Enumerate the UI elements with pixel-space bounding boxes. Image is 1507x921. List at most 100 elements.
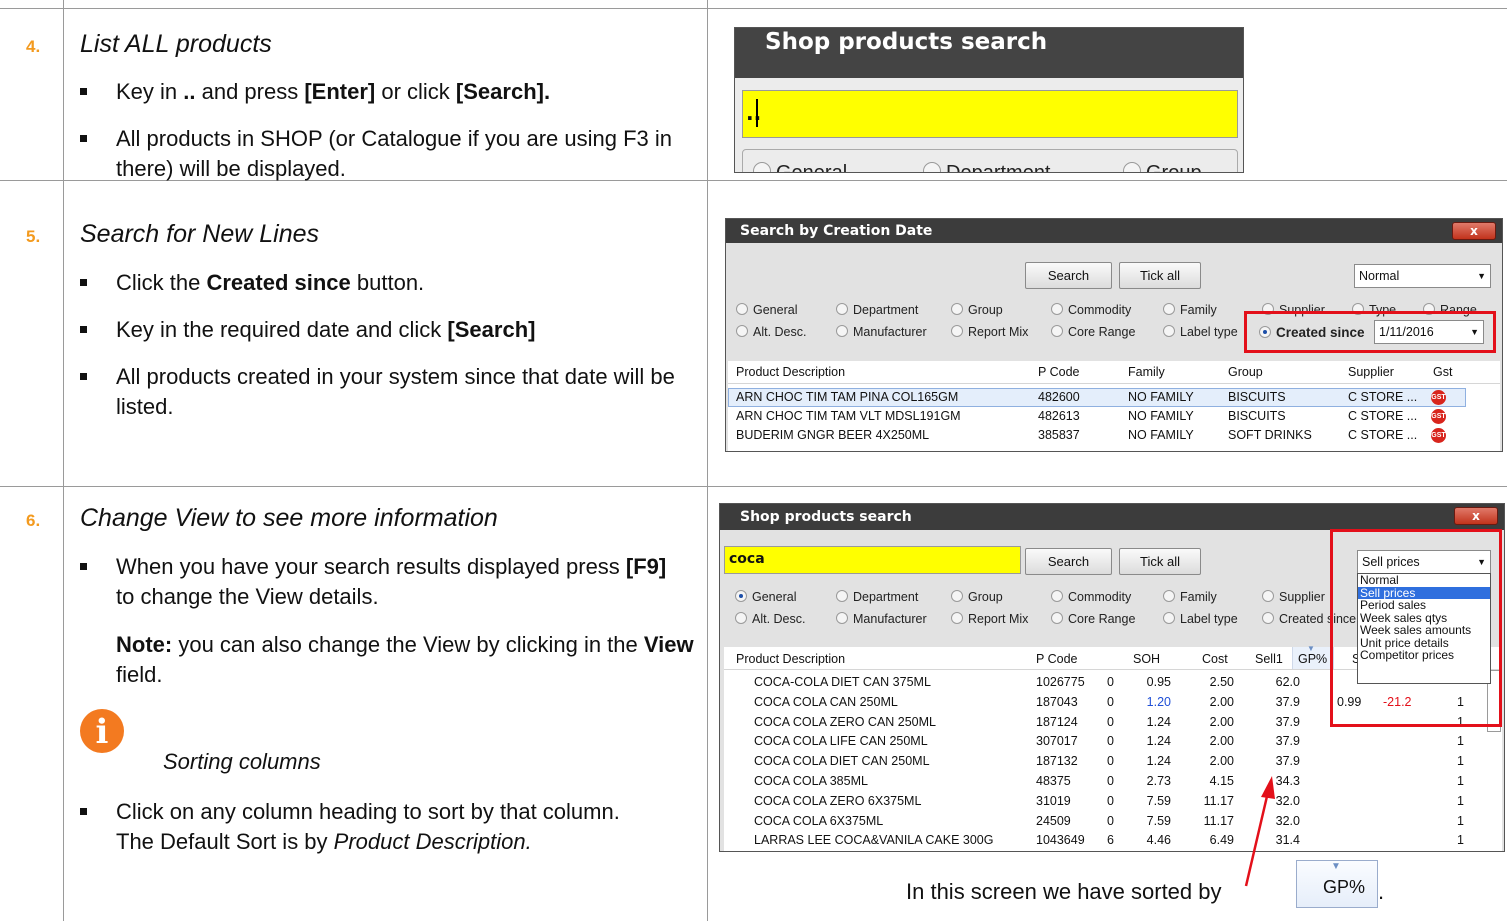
bullet-marker xyxy=(80,563,87,570)
cell-group: BISCUITS xyxy=(1228,409,1286,423)
radio-manufacturer[interactable]: Manufacturer xyxy=(836,612,927,626)
radio-department[interactable]: Department xyxy=(836,590,918,604)
search-input[interactable]: .. xyxy=(742,90,1238,138)
close-button[interactable]: x xyxy=(1454,507,1498,525)
cell-description: ARN CHOC TIM TAM VLT MDSL191GM xyxy=(736,409,961,423)
cell-sell1: 2.00 xyxy=(1209,694,1234,709)
caption-period: . xyxy=(1378,879,1385,904)
radio-supplier[interactable]: Supplier xyxy=(1262,590,1325,604)
cell-tail: 1 xyxy=(1457,754,1464,769)
radio-group[interactable]: Group xyxy=(951,590,1003,604)
cell-soh: 0 xyxy=(1107,754,1114,769)
cell-description: COCA COLA 6X375ML xyxy=(754,813,884,828)
column-header[interactable]: Cost xyxy=(1202,652,1228,666)
column-header[interactable]: Product Description xyxy=(736,652,845,666)
table-row[interactable]: ARN CHOC TIM TAM VLT MDSL191GM 482613 NO… xyxy=(728,408,1468,425)
column-header[interactable]: Supplier xyxy=(1348,365,1394,379)
cell-gp: 37.9 xyxy=(1275,754,1300,769)
radio-family[interactable]: Family xyxy=(1163,303,1217,317)
cell-cost: 0.95 xyxy=(1146,675,1171,689)
radio-group[interactable]: Group xyxy=(1123,162,1202,172)
cell-soh: 0 xyxy=(1107,714,1114,729)
column-header[interactable]: P Code xyxy=(1038,365,1079,379)
cell-description: COCA COLA DIET CAN 250ML xyxy=(754,754,930,769)
close-button[interactable]: x xyxy=(1452,222,1496,240)
table-row[interactable]: COCA COLA DIET CAN 250ML 187132 0 1.24 2.00 3… xyxy=(724,753,1484,771)
cell-description: BUDERIM GNGR BEER 4X250ML xyxy=(736,428,930,442)
radio-commodity[interactable]: Commodity xyxy=(1051,303,1131,317)
radio-alt-desc[interactable]: Alt. Desc. xyxy=(736,325,807,339)
table-row[interactable]: COCA COLA 385ML 48375 0 2.73 4.15 34.3 1 xyxy=(724,773,1484,791)
radio-commodity[interactable]: Commodity xyxy=(1051,590,1131,604)
bullet-marker xyxy=(80,88,87,95)
column-header[interactable]: Group xyxy=(1228,365,1263,379)
red-arrow-icon xyxy=(1244,776,1275,887)
tick-all-button[interactable]: Tick all xyxy=(1119,262,1201,289)
cell-soh: 0 xyxy=(1107,734,1114,749)
window-title: Shop products search xyxy=(735,28,1243,78)
radio-core-range[interactable]: Core Range xyxy=(1051,612,1135,626)
column-header[interactable]: Family xyxy=(1128,365,1165,379)
highlight-box xyxy=(1330,529,1502,727)
step-heading: Search for New Lines xyxy=(80,220,320,248)
cell-soh: 0 xyxy=(1107,675,1114,689)
bullet-text: Click the Created since button. xyxy=(116,270,425,295)
table-row[interactable]: COCA COLA LIFE CAN 250ML 307017 0 1.24 2.00 3… xyxy=(724,733,1484,751)
cell-tail: 1 xyxy=(1457,734,1464,749)
cell-cost: 1.24 xyxy=(1146,734,1171,749)
radio-department[interactable]: Department xyxy=(836,303,918,317)
cell-cost: 7.59 xyxy=(1146,793,1171,808)
column-header[interactable]: SOH xyxy=(1133,652,1160,666)
table-row[interactable]: BUDERIM GNGR BEER 4X250ML 385837 NO FAMI… xyxy=(728,427,1468,444)
radio-manufacturer[interactable]: Manufacturer xyxy=(836,325,927,339)
column-header[interactable]: P Code xyxy=(1036,652,1077,666)
radio-report-mix[interactable]: Report Mix xyxy=(951,325,1028,339)
results-table: Product Description P Code Family Group … xyxy=(728,361,1500,451)
radio-group[interactable]: Group xyxy=(951,303,1003,317)
row-divider xyxy=(0,486,1507,487)
cell-soh: 0 xyxy=(1107,694,1114,709)
table-row[interactable]: COCA COLA ZERO 6X375ML 31019 0 7.59 11.17 32.… xyxy=(724,793,1484,811)
radio-core-range[interactable]: Core Range xyxy=(1051,325,1135,339)
radio-report-mix[interactable]: Report Mix xyxy=(951,612,1028,626)
sort-arrow-icon: ▼ xyxy=(1331,861,1341,872)
bullet-text: Key in .. and press [Enter] or click [Se… xyxy=(116,79,551,104)
column-header[interactable]: Sell1 xyxy=(1255,652,1283,666)
cell-description: COCA COLA 385ML xyxy=(754,774,868,788)
search-button[interactable]: Search xyxy=(1025,262,1112,289)
table-row[interactable]: ARN CHOC TIM TAM PINA COL165GM 482600 NO… xyxy=(728,388,1466,407)
bullet-marker xyxy=(80,808,87,815)
radio-label-type[interactable]: Label type xyxy=(1163,325,1238,339)
cell-sell1: 11.17 xyxy=(1203,813,1234,828)
radio-department[interactable]: Department xyxy=(923,162,1051,172)
cell-cost: 1.20 xyxy=(1146,694,1171,709)
radio-label-type[interactable]: Label type xyxy=(1163,612,1238,626)
gst-icon: GST xyxy=(1431,409,1446,424)
radio-alt-desc[interactable]: Alt. Desc. xyxy=(735,612,806,626)
cell-cost: 1.24 xyxy=(1146,714,1171,729)
radio-general[interactable]: General xyxy=(735,590,796,604)
shop-products-search-window: Shop products search .. General Departme… xyxy=(734,27,1244,173)
cell-tail: 1 xyxy=(1457,793,1464,808)
cell-family: NO FAMILY xyxy=(1128,390,1194,404)
gp-column-button: ▼ GP% xyxy=(1296,860,1378,908)
table-row[interactable]: COCA COLA 6X375ML 24509 0 7.59 11.17 32.0 1 xyxy=(724,813,1484,831)
column-header[interactable]: Product Description xyxy=(736,365,845,379)
cell-sell1: 4.15 xyxy=(1209,774,1234,788)
radio-general[interactable]: General xyxy=(753,162,847,172)
cell-cost: 1.24 xyxy=(1146,754,1171,769)
cell-sell1: 6.49 xyxy=(1209,833,1234,848)
search-button[interactable]: Search xyxy=(1025,548,1112,575)
bullet-text: All products created in your system sinc… xyxy=(116,364,675,419)
radio-group-frame: General Department Group xyxy=(742,149,1238,172)
table-row[interactable]: LARRAS LEE COCA&VANILA CAKE 300G 1043649 6… xyxy=(724,832,1484,850)
cell-gp: 62.0 xyxy=(1275,675,1300,689)
radio-general[interactable]: General xyxy=(736,303,797,317)
radio-family[interactable]: Family xyxy=(1163,590,1217,604)
search-input[interactable]: coca xyxy=(724,546,1021,574)
cell-description: COCA COLA ZERO 6X375ML xyxy=(754,793,922,808)
column-header[interactable]: Gst xyxy=(1433,365,1452,379)
view-select[interactable]: Normal ▼ xyxy=(1354,264,1491,288)
tick-all-button[interactable]: Tick all xyxy=(1119,548,1201,575)
column-header-sorted[interactable]: ▼ GP% xyxy=(1292,644,1334,669)
